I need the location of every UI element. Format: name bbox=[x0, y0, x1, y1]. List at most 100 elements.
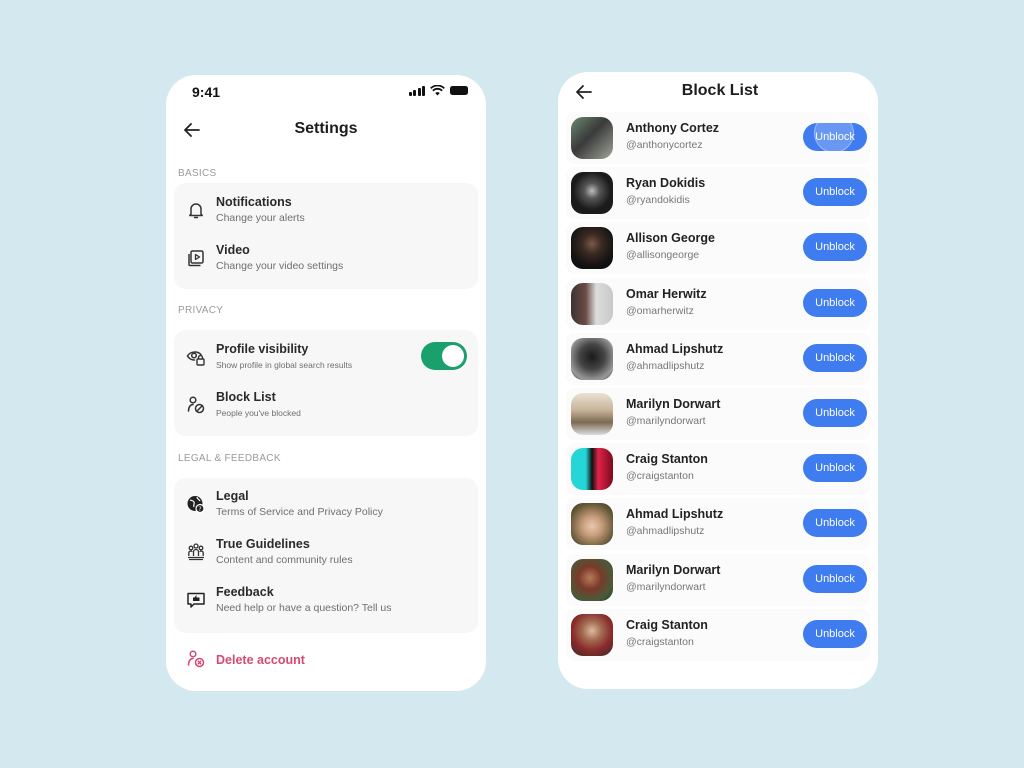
delete-account-button[interactable]: Delete account bbox=[174, 647, 478, 675]
item-subtitle: Need help or have a question? Tell us bbox=[216, 602, 392, 614]
unblock-button[interactable]: Unblock bbox=[803, 123, 867, 151]
bell-icon bbox=[189, 203, 203, 219]
blocked-user-row: Omar Herwitz @omarherwitz Unblock bbox=[566, 277, 870, 330]
user-handle: @ahmadlipshutz bbox=[626, 525, 705, 538]
user-name: Craig Stanton bbox=[626, 617, 708, 632]
blocked-user-row: Allison George @allisongeorge Unblock bbox=[566, 222, 870, 275]
unblock-button[interactable]: Unblock bbox=[803, 564, 867, 593]
user-handle: @craigstanton bbox=[626, 470, 694, 483]
avatar[interactable] bbox=[571, 448, 613, 491]
battery-icon bbox=[450, 86, 468, 95]
user-remove-icon bbox=[187, 650, 205, 668]
video-library-icon bbox=[188, 250, 204, 267]
item-subtitle: Change your video settings bbox=[216, 260, 344, 272]
user-name: Marilyn Dorwart bbox=[626, 562, 721, 577]
blocked-user-row: Ahmad Lipshutz @ahmadlipshutz Unblock bbox=[566, 498, 870, 551]
delete-account-label: Delete account bbox=[216, 653, 305, 667]
user-name: Ryan Dokidis bbox=[626, 176, 706, 191]
profile-visibility-toggle[interactable] bbox=[421, 342, 467, 370]
user-handle: @allisongeorge bbox=[626, 249, 700, 262]
item-subtitle: Content and community rules bbox=[216, 554, 353, 566]
user-handle: @ahmadlipshutz bbox=[626, 359, 705, 372]
user-handle: @omarherwitz bbox=[626, 304, 694, 317]
settings-screen: 9:41 Settings BASICS Notifications Chang… bbox=[166, 75, 486, 691]
unblock-button[interactable]: Unblock bbox=[803, 233, 867, 262]
user-handle: @anthonycortez bbox=[626, 139, 703, 151]
avatar[interactable] bbox=[571, 227, 613, 270]
user-handle: @marilyndorwart bbox=[626, 580, 706, 593]
unblock-button[interactable]: Unblock bbox=[803, 509, 867, 538]
blocked-user-row: Anthony Cortez @anthonycortez Unblock bbox=[566, 112, 870, 164]
section-label-legal-feedback: LEGAL & FEEDBACK bbox=[178, 453, 281, 464]
toggle-knob bbox=[442, 345, 464, 367]
user-name: Allison George bbox=[626, 231, 715, 246]
signal-icon bbox=[408, 85, 425, 96]
blocked-user-row: Ryan Dokidis @ryandokidis Unblock bbox=[566, 167, 870, 220]
settings-item-feedback[interactable]: Feedback Need help or have a question? T… bbox=[174, 580, 478, 626]
item-subtitle: Change your alerts bbox=[216, 212, 305, 224]
item-title: Video bbox=[216, 243, 250, 257]
eye-lock-icon bbox=[186, 351, 205, 366]
item-title: Feedback bbox=[216, 585, 274, 599]
settings-header: Settings bbox=[166, 115, 486, 145]
status-bar: 9:41 bbox=[166, 75, 486, 109]
settings-item-video[interactable]: Video Change your video settings bbox=[174, 238, 478, 284]
item-title: Legal bbox=[216, 489, 249, 503]
item-subtitle: People you've blocked bbox=[216, 408, 301, 418]
wifi-icon bbox=[430, 85, 445, 96]
settings-item-block-list[interactable]: Block List People you've blocked bbox=[174, 385, 478, 431]
user-name: Craig Stanton bbox=[626, 452, 708, 467]
community-icon bbox=[188, 543, 204, 561]
unblock-button[interactable]: Unblock bbox=[803, 178, 867, 207]
page-title: Settings bbox=[294, 120, 358, 137]
blocked-user-row: Craig Stanton @craigstanton Unblock bbox=[566, 443, 870, 496]
settings-item-profile-visibility: Profile visibility Show profile in globa… bbox=[174, 337, 478, 383]
blocked-user-row: Ahmad Lipshutz @ahmadlipshutz Unblock bbox=[566, 332, 870, 385]
user-name: Ahmad Lipshutz bbox=[626, 341, 724, 356]
section-label-basics: BASICS bbox=[178, 168, 217, 179]
avatar[interactable] bbox=[571, 172, 613, 215]
blocked-user-row: Craig Stanton @craigstanton Unblock bbox=[566, 608, 870, 661]
user-name: Omar Herwitz bbox=[626, 286, 707, 301]
page-title: Block List bbox=[681, 82, 759, 99]
legal-feedback-card: ? Legal Terms of Service and Privacy Pol… bbox=[174, 478, 478, 633]
basics-card: Notifications Change your alerts Video C… bbox=[174, 183, 478, 289]
user-name: Ahmad Lipshutz bbox=[626, 507, 724, 522]
item-title: Block List bbox=[216, 390, 276, 404]
user-blocked-icon bbox=[187, 396, 205, 414]
svg-text:?: ? bbox=[198, 506, 201, 513]
item-title: Profile visibility bbox=[216, 342, 309, 356]
user-name: Anthony Cortez bbox=[626, 121, 720, 135]
item-title: True Guidelines bbox=[216, 537, 310, 551]
unblock-button[interactable]: Unblock bbox=[803, 288, 867, 317]
avatar[interactable] bbox=[571, 282, 613, 325]
block-list-screen: Block List Anthony Cortez @anthonycortez U… bbox=[558, 72, 878, 689]
section-label-privacy: PRIVACY bbox=[178, 305, 224, 316]
avatar[interactable] bbox=[571, 337, 613, 380]
user-name: Marilyn Dorwart bbox=[626, 397, 721, 411]
user-handle: @ryandokidis bbox=[626, 194, 690, 207]
item-title: Notifications bbox=[216, 195, 292, 209]
status-time: 9:41 bbox=[192, 84, 221, 100]
privacy-card: Profile visibility Show profile in globa… bbox=[174, 330, 478, 436]
avatar[interactable] bbox=[571, 503, 613, 546]
item-subtitle: Terms of Service and Privacy Policy bbox=[216, 506, 383, 518]
blocked-user-row: Marilyn Dorwart @marilyndorwart Unblock bbox=[566, 553, 870, 606]
avatar[interactable] bbox=[571, 558, 613, 601]
item-subtitle: Show profile in global search results bbox=[216, 360, 353, 370]
settings-item-notifications[interactable]: Notifications Change your alerts bbox=[174, 190, 478, 236]
blocked-user-row: Marilyn Dorwart @marilyndorwart Unblock bbox=[566, 388, 870, 440]
user-handle: @marilyndorwart bbox=[626, 415, 706, 427]
avatar[interactable] bbox=[571, 117, 613, 159]
unblock-button[interactable]: Unblock bbox=[803, 343, 867, 372]
settings-item-legal[interactable]: ? Legal Terms of Service and Privacy Pol… bbox=[174, 484, 478, 530]
unblock-button[interactable]: Unblock bbox=[803, 399, 867, 427]
unblock-button[interactable]: Unblock bbox=[803, 619, 867, 648]
globe-help-icon: ? bbox=[187, 496, 205, 514]
avatar[interactable] bbox=[571, 393, 613, 435]
feedback-icon bbox=[187, 592, 205, 608]
settings-item-true-guidelines[interactable]: True Guidelines Content and community ru… bbox=[174, 532, 478, 578]
avatar[interactable] bbox=[571, 613, 613, 656]
unblock-button[interactable]: Unblock bbox=[803, 454, 867, 483]
block-list-header: Block List bbox=[558, 77, 878, 107]
